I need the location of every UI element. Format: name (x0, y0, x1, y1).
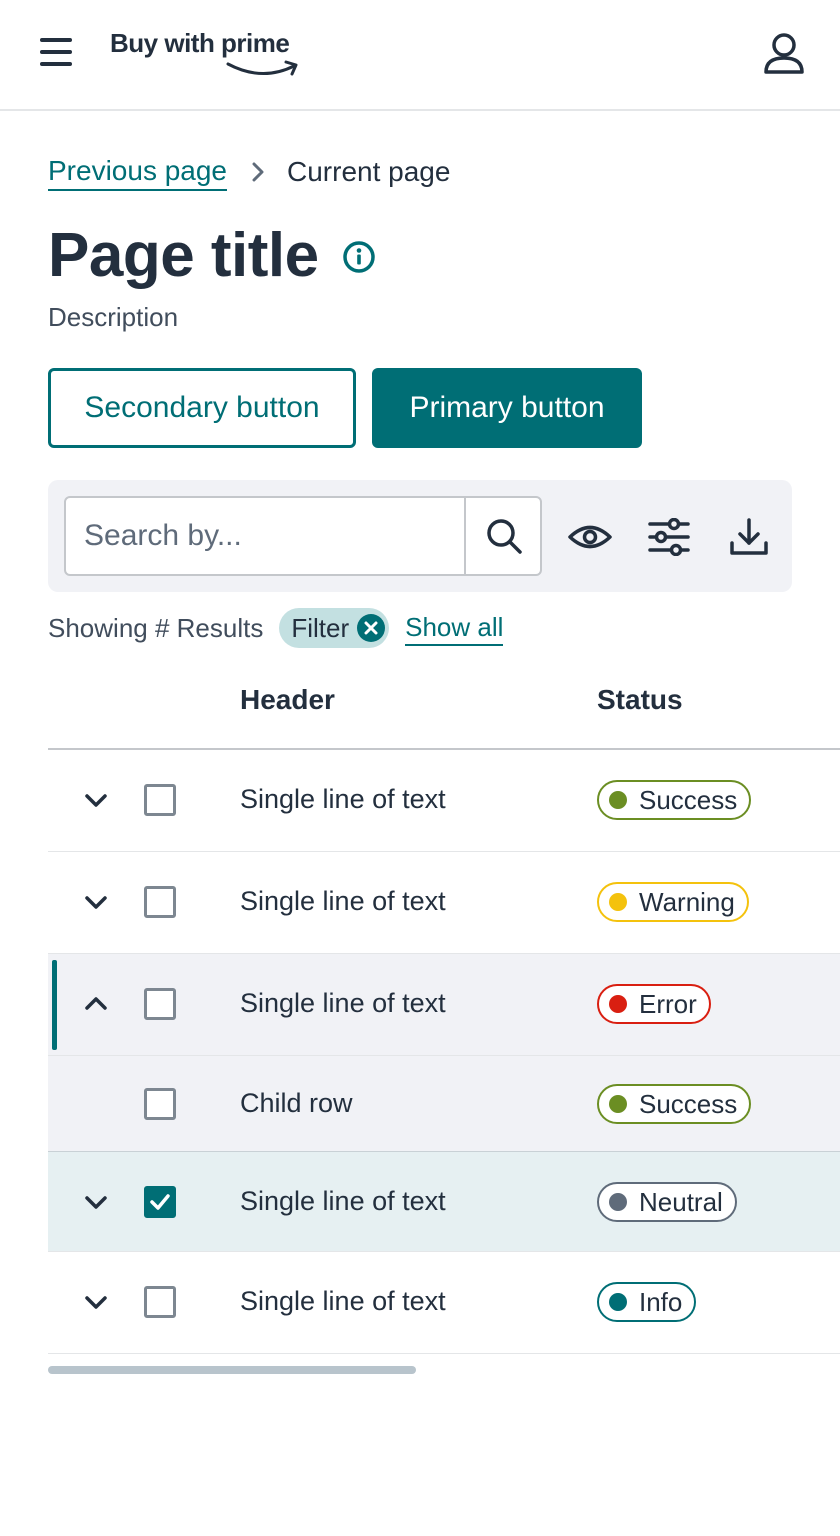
row-checkbox[interactable] (144, 1286, 176, 1318)
breadcrumb-current: Current page (287, 156, 451, 187)
primary-button[interactable]: Primary button (372, 368, 642, 448)
close-icon[interactable] (357, 614, 386, 642)
row-checkbox[interactable] (144, 784, 176, 816)
table-row: Single line of text Info (48, 1252, 840, 1354)
row-text: Single line of text (240, 886, 446, 916)
download-icon[interactable] (726, 514, 772, 560)
status-label: Success (639, 784, 738, 815)
filter-chip-label: Filter (291, 612, 350, 643)
chevron-down-icon[interactable] (82, 1290, 110, 1314)
chevron-down-icon[interactable] (82, 1190, 110, 1214)
status-badge: Success (597, 780, 752, 820)
breadcrumb: Previous page Current page (48, 152, 450, 192)
search-box (64, 496, 542, 576)
column-header-status[interactable]: Status (597, 684, 683, 716)
info-icon[interactable] (342, 240, 376, 274)
row-text: Child row (240, 1088, 353, 1118)
status-badge: Error (597, 984, 711, 1024)
table-row: Single line of text Warning (48, 852, 840, 954)
logo-smile-icon (226, 60, 298, 76)
status-badge: Info (597, 1282, 697, 1322)
row-checkbox[interactable] (144, 1088, 176, 1120)
status-label: Error (639, 988, 697, 1019)
user-account-icon[interactable] (760, 30, 808, 78)
table-header-row: Header Status (48, 666, 840, 750)
results-summary: Showing # Results Filter Show all (48, 608, 504, 648)
row-text: Single line of text (240, 1186, 446, 1216)
breadcrumb-previous-link[interactable]: Previous page (48, 153, 228, 191)
results-count-text: Showing # Results (48, 612, 264, 643)
show-all-link[interactable]: Show all (405, 610, 504, 646)
horizontal-scrollbar[interactable] (48, 1366, 416, 1374)
row-checkbox[interactable] (144, 886, 176, 918)
row-text: Single line of text (240, 1286, 446, 1316)
status-badge: Neutral (597, 1182, 737, 1222)
status-dot (609, 1193, 627, 1211)
sliders-icon[interactable] (646, 514, 692, 560)
chevron-right-icon (251, 161, 265, 183)
checkmark-icon (150, 1194, 170, 1210)
chevron-down-icon[interactable] (82, 890, 110, 914)
status-label: Success (639, 1088, 738, 1119)
status-badge: Success (597, 1084, 752, 1124)
table-row: Single line of text Success (48, 750, 840, 852)
row-text: Single line of text (240, 988, 446, 1018)
column-header[interactable]: Header (240, 684, 335, 716)
search-input[interactable] (66, 498, 464, 574)
table-child-row: Child row Success (48, 1056, 840, 1152)
row-checkbox-checked[interactable] (144, 1186, 176, 1218)
data-table: Header Status Single line of text Succes… (48, 666, 840, 1354)
page-title: Page title (48, 221, 319, 290)
status-dot (609, 1095, 627, 1113)
logo-text: Buy with prime (110, 28, 290, 58)
secondary-button[interactable]: Secondary button (48, 368, 356, 448)
table-row-expanded: Single line of text Error (48, 954, 840, 1056)
status-label: Warning (639, 886, 735, 917)
status-dot (609, 893, 627, 911)
status-badge: Warning (597, 882, 749, 922)
buy-with-prime-logo[interactable]: Buy with prime (110, 28, 310, 86)
top-nav-bar: Buy with prime (0, 0, 840, 111)
expanded-row-indicator (52, 960, 57, 1050)
search-button[interactable] (464, 498, 542, 574)
eye-icon[interactable] (567, 514, 613, 560)
table-toolbar (48, 480, 792, 592)
search-icon (487, 519, 522, 554)
row-checkbox[interactable] (144, 988, 176, 1020)
status-label: Info (639, 1286, 683, 1317)
status-dot (609, 791, 627, 809)
status-label: Neutral (639, 1186, 723, 1217)
table-row-selected: Single line of text Neutral (48, 1152, 840, 1252)
page-description: Description (48, 302, 179, 332)
status-dot (609, 1293, 627, 1311)
chevron-up-icon[interactable] (82, 992, 110, 1016)
status-dot (609, 995, 627, 1013)
row-text: Single line of text (240, 784, 446, 814)
filter-chip[interactable]: Filter (279, 608, 390, 648)
hamburger-menu-icon[interactable] (38, 36, 74, 68)
chevron-down-icon[interactable] (82, 788, 110, 812)
